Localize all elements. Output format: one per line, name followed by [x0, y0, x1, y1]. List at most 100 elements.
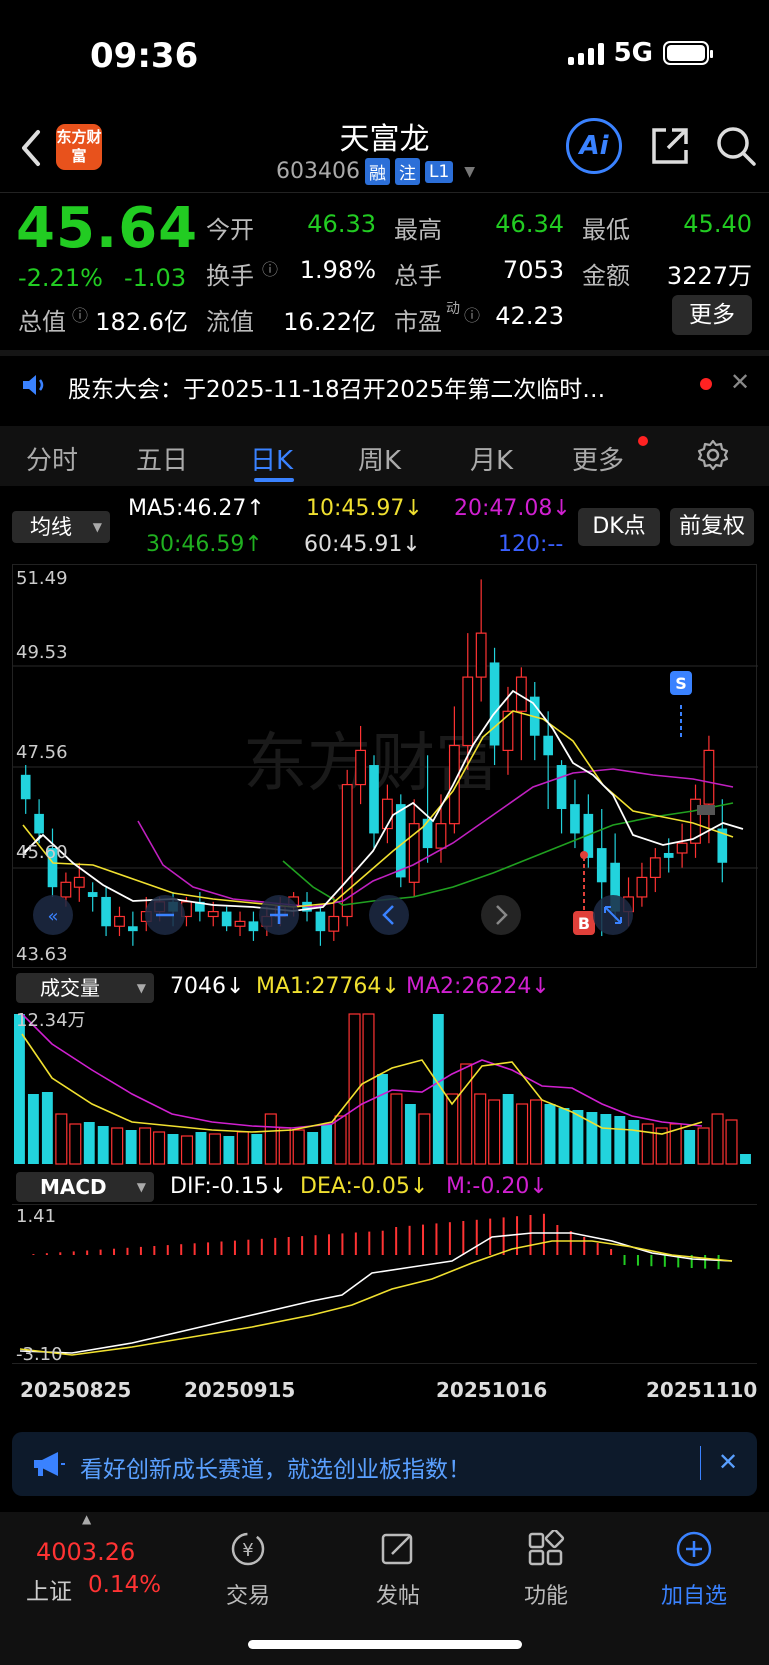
candle-body — [448, 744, 460, 825]
stock-code: 603406 — [276, 159, 360, 184]
gear-icon[interactable] — [696, 438, 730, 472]
search-button[interactable] — [712, 122, 762, 172]
volume-selector-label: 成交量 — [40, 976, 100, 1000]
candle-body — [369, 765, 379, 834]
adjust-button[interactable]: 前复权 — [670, 508, 754, 546]
volume-selector[interactable]: 成交量 ▼ — [16, 973, 154, 1003]
candle-body — [649, 857, 661, 879]
kline-chart[interactable]: 东方财富 B S « — [12, 564, 758, 968]
volume-bar — [236, 1131, 249, 1165]
candle-body — [435, 823, 447, 849]
share-button[interactable] — [646, 122, 696, 172]
volume-bar — [558, 1108, 570, 1164]
volume-bar — [125, 1130, 137, 1164]
ad-banner[interactable]: 看好创新成长赛道，就选创业板指数！ ✕ — [12, 1432, 757, 1496]
candle-body — [315, 911, 326, 932]
info-icon[interactable]: ⓘ — [262, 256, 278, 280]
volume-bar — [223, 1136, 235, 1164]
nav-post[interactable]: 发帖 — [338, 1530, 458, 1610]
volume-bar — [362, 1013, 375, 1165]
volume-bar — [180, 1135, 194, 1165]
candle-body — [502, 710, 514, 751]
macd-chart[interactable] — [12, 1204, 757, 1364]
nav-trade[interactable]: ¥ 交易 — [188, 1530, 308, 1610]
volume-bar — [544, 1104, 556, 1164]
caret-up-icon[interactable]: ▲ — [82, 1512, 91, 1526]
index-name[interactable]: 上证 — [26, 1572, 72, 1606]
ma10-value: 10:45.97↓ — [306, 496, 423, 521]
volume-bar — [111, 1127, 124, 1165]
index-change[interactable]: 0.14% — [88, 1572, 161, 1598]
mcap-label: 总值 — [18, 308, 66, 336]
caret-down-icon: ▼ — [136, 1180, 146, 1194]
svg-text:«: « — [47, 906, 58, 927]
open-label: 今开 — [206, 216, 254, 244]
candle-body — [676, 842, 688, 854]
volume-label: 总手 — [394, 262, 442, 290]
ma-selector[interactable]: 均线 ▼ — [12, 511, 110, 543]
volume-bar — [278, 1127, 291, 1165]
dk-point-button[interactable]: DK点 — [578, 508, 660, 546]
candle-body — [475, 632, 487, 678]
top-bar: 东方财富 天富龙 603406 融 注 L1 ▼ Ai — [0, 110, 769, 192]
divider — [700, 1446, 701, 1480]
candle-body — [422, 818, 433, 849]
tab-intraday[interactable]: 分时 — [26, 440, 78, 477]
float-value: 16.22亿 — [283, 308, 376, 336]
tab-more[interactable]: 更多 — [572, 440, 624, 477]
volume-bar — [725, 1119, 738, 1165]
close-icon[interactable]: ✕ — [730, 368, 750, 396]
close-icon[interactable]: ✕ — [718, 1448, 738, 1476]
volume-ma1: MA1:27764↓ — [256, 974, 400, 999]
volume-bar — [307, 1132, 319, 1164]
volume-bar — [600, 1114, 612, 1164]
volume-bar — [614, 1116, 626, 1164]
candle-body — [234, 920, 246, 927]
share-icon — [652, 128, 688, 164]
low-value: 45.40 — [683, 210, 752, 238]
tab-monthly-k[interactable]: 月K — [470, 440, 513, 477]
last-price: 45.64 — [16, 196, 199, 261]
candle-body — [395, 804, 406, 878]
y-label: 49.53 — [16, 642, 68, 663]
candle-body — [101, 896, 111, 927]
more-button[interactable]: 更多 — [672, 295, 752, 335]
candle-body — [34, 813, 44, 834]
tag-margin: 融 — [364, 158, 390, 185]
volume-bar — [167, 1134, 179, 1164]
caret-down-icon[interactable]: ▼ — [464, 164, 475, 180]
search-icon — [717, 127, 756, 166]
speaker-icon — [23, 375, 44, 395]
tag-level: L1 — [424, 160, 454, 183]
volume-bar — [55, 1113, 68, 1165]
candle-body — [128, 926, 138, 932]
candle-body — [543, 735, 553, 756]
open-value: 46.33 — [307, 210, 376, 238]
volume-bar — [641, 1123, 654, 1165]
badge-dot — [638, 436, 648, 446]
y-label-top: 51.49 — [16, 568, 68, 589]
candle-body — [207, 911, 219, 918]
y-label-bottom: 43.63 — [16, 944, 68, 965]
volume-max-label: 12.34万 — [16, 1010, 86, 1031]
volume-bar — [97, 1126, 109, 1164]
tab-5day[interactable]: 五日 — [136, 440, 188, 477]
volume-bar — [418, 1113, 431, 1165]
info-icon[interactable]: ⓘ — [72, 302, 88, 326]
volume-bar — [292, 1129, 305, 1165]
volume-bar — [334, 1115, 347, 1165]
candle-body — [663, 852, 674, 858]
high-label: 最高 — [394, 216, 442, 244]
macd-selector[interactable]: MACD ▼ — [16, 1172, 154, 1202]
volume-chart[interactable] — [12, 1004, 757, 1168]
volume-bar — [628, 1120, 640, 1164]
index-value[interactable]: 4003.26 — [36, 1538, 135, 1566]
tab-weekly-k[interactable]: 周K — [358, 440, 401, 477]
volume-bar — [390, 1093, 403, 1165]
tab-daily-k[interactable]: 日K — [250, 440, 293, 477]
notice-bar[interactable]: 股东大会：于2025-11-18召开2025年第二次临时… — [0, 356, 769, 412]
nav-functions[interactable]: 功能 — [486, 1528, 606, 1610]
nav-add-watchlist[interactable]: 加自选 — [634, 1530, 754, 1610]
turnover-label: 换手 — [206, 262, 254, 290]
ai-button[interactable]: Ai — [566, 118, 622, 174]
